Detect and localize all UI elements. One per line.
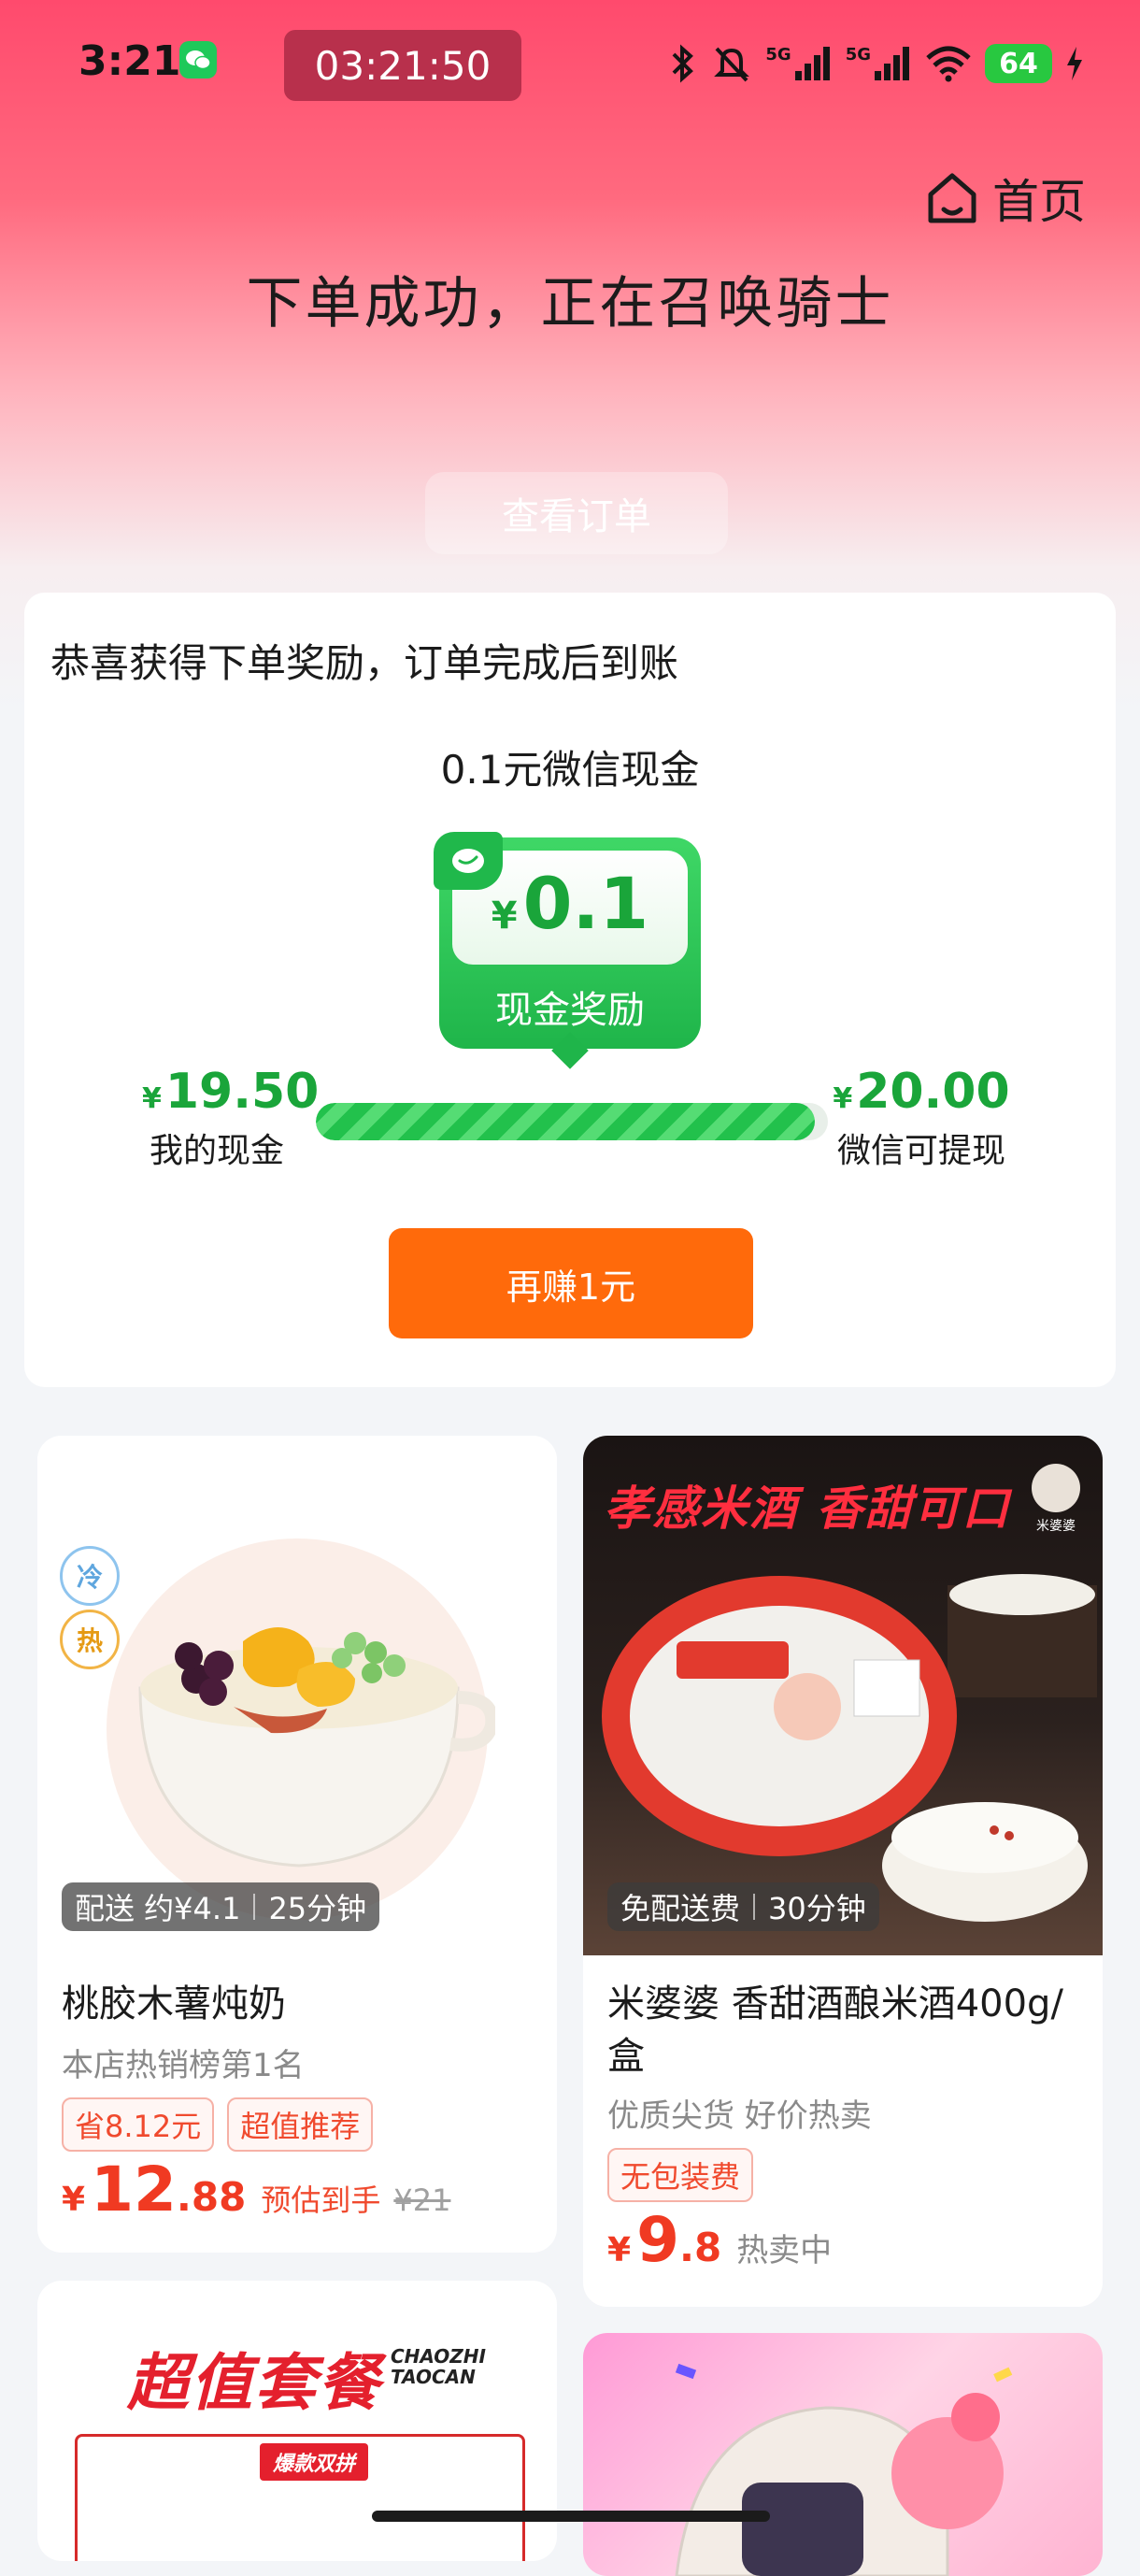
combo-subtitle-line2: TAOCAN	[391, 2366, 476, 2388]
product-image: 冷 热 配送 约¥4.1 25分钟	[37, 1436, 557, 1955]
currency-symbol: ¥	[607, 2231, 632, 2269]
cash-reward-badge: ¥ 0.1 现金奖励	[434, 832, 701, 1049]
status-bar: 3:21 03:21:50 5G 5G 64	[0, 0, 1140, 122]
my-cash-label: 我的现金	[149, 1132, 284, 1170]
original-price: ¥21	[393, 2182, 451, 2218]
cash-progress-fill	[316, 1103, 816, 1140]
product-subtitle: 优质尖货 好价热卖	[607, 2097, 872, 2135]
withdraw-value: 20.00	[856, 1064, 1010, 1120]
reward-amount-text: 0.1元微信现金	[440, 747, 700, 793]
price-note: 预估到手	[261, 2182, 381, 2218]
price-integer: 12	[91, 2154, 177, 2225]
cash-reward-label: 现金奖励	[495, 989, 645, 1032]
product-card[interactable]	[583, 2333, 1103, 2576]
combo-subtitle-line1: CHAOZHI	[391, 2345, 486, 2368]
wechat-icon	[434, 832, 503, 890]
home-icon	[928, 173, 976, 223]
price-decimal: .88	[176, 2174, 247, 2220]
price-integer: 9	[636, 2204, 679, 2276]
network-type-label-2: 5G	[845, 45, 871, 64]
product-name: 米婆婆 香甜酒酿米酒400g/盒	[607, 1982, 1063, 2078]
battery-indicator: 64	[985, 44, 1052, 83]
mute-icon	[711, 43, 752, 84]
discount-tag: 省8.12元	[62, 2097, 215, 2152]
signal-icon-2: 5G	[846, 45, 912, 82]
brand-mascot-icon	[1032, 1464, 1080, 1512]
system-icons: 5G 5G 64	[666, 36, 1084, 92]
status-time: 3:21	[78, 37, 181, 85]
dessert-bowl-illustration	[138, 1627, 495, 1868]
product-card[interactable]: 冷 热 配送 约¥4.1 25分钟 桃胶木薯炖奶 本店热销榜第1名 省8.12元 …	[37, 1436, 557, 2253]
view-order-button[interactable]: 查看订单	[425, 472, 728, 554]
currency-symbol: ¥	[833, 1082, 853, 1115]
cold-badge: 冷	[60, 1546, 120, 1606]
product-illustration	[675, 2363, 1013, 2576]
withdrawable-cash: ¥20.00 微信可提现	[819, 1064, 1024, 1172]
product-name: 桃胶木薯炖奶	[62, 1982, 286, 2025]
wifi-icon	[925, 45, 972, 82]
currency-symbol: ¥	[142, 1082, 162, 1115]
product-tags: 省8.12元 超值推荐	[62, 2097, 374, 2152]
home-button[interactable]: 首页	[923, 165, 1086, 232]
my-cash: ¥19.50 我的现金	[142, 1064, 319, 1172]
delivery-info: 免配送费 30分钟	[607, 1882, 879, 1931]
network-type-label: 5G	[765, 45, 791, 64]
home-label: 首页	[992, 175, 1086, 229]
price-row: ¥ 12 .88 预估到手 ¥21	[62, 2154, 450, 2225]
screen-record-timer: 03:21:50	[284, 30, 521, 101]
sales-status: 热卖中	[736, 2232, 833, 2269]
cash-reward-amount: 0.1	[522, 862, 649, 945]
product-tags: 无包装费	[607, 2148, 754, 2202]
price-decimal: .8	[679, 2225, 722, 2270]
gesture-navigation-bar[interactable]	[372, 2511, 770, 2522]
delivery-time: 25分钟	[268, 1891, 367, 1926]
combo-tag: 爆款双拼	[260, 2443, 369, 2481]
recommend-tag: 超值推荐	[227, 2097, 374, 2152]
currency-symbol: ¥	[62, 2181, 86, 2219]
temperature-options: 冷 热	[60, 1546, 120, 1669]
currency-symbol: ¥	[491, 894, 518, 937]
wechat-icon	[179, 41, 217, 79]
brand-name: 米婆婆	[1036, 1519, 1076, 1534]
reward-card: 恭喜获得下单奖励，订单完成后到账 0.1元微信现金 ¥ 0.1 现金奖励 ¥19…	[24, 593, 1116, 1387]
product-banner: 孝感米酒 香甜可口	[604, 1481, 1011, 1536]
reward-title: 恭喜获得下单奖励，订单完成后到账	[50, 640, 679, 686]
hot-badge: 热	[60, 1610, 120, 1669]
withdraw-label: 微信可提现	[836, 1132, 1005, 1170]
product-card[interactable]: 孝感米酒 香甜可口 米婆婆 免配送费 30分钟 米婆婆 香甜酒酿米酒400g/盒 …	[583, 1436, 1103, 2307]
no-packaging-fee-tag: 无包装费	[607, 2148, 754, 2202]
product-subtitle: 本店热销榜第1名	[62, 2047, 305, 2084]
delivery-time: 30分钟	[768, 1891, 866, 1926]
delivery-fee: 免配送费	[620, 1891, 741, 1926]
price-row: ¥ 9 .8 热卖中	[607, 2204, 832, 2276]
combo-subtitle: CHAOZHI TAOCAN	[391, 2346, 486, 2387]
delivery-fee: 配送 约¥4.1	[75, 1891, 241, 1926]
charging-icon	[1065, 45, 1084, 82]
brand-logo: 米婆婆	[1028, 1464, 1084, 1534]
page-title: 下单成功，正在召唤骑士	[246, 271, 894, 336]
cash-progress-bar	[316, 1103, 828, 1140]
signal-icon: 5G	[765, 45, 832, 82]
my-cash-value: 19.50	[164, 1064, 320, 1120]
delivery-info: 配送 约¥4.1 25分钟	[62, 1882, 380, 1931]
combo-title: 超值套餐	[127, 2347, 381, 2419]
product-image: 孝感米酒 香甜可口 米婆婆 免配送费 30分钟	[583, 1436, 1103, 1955]
bluetooth-icon	[666, 43, 698, 84]
earn-more-button[interactable]: 再赚1元	[389, 1228, 753, 1338]
